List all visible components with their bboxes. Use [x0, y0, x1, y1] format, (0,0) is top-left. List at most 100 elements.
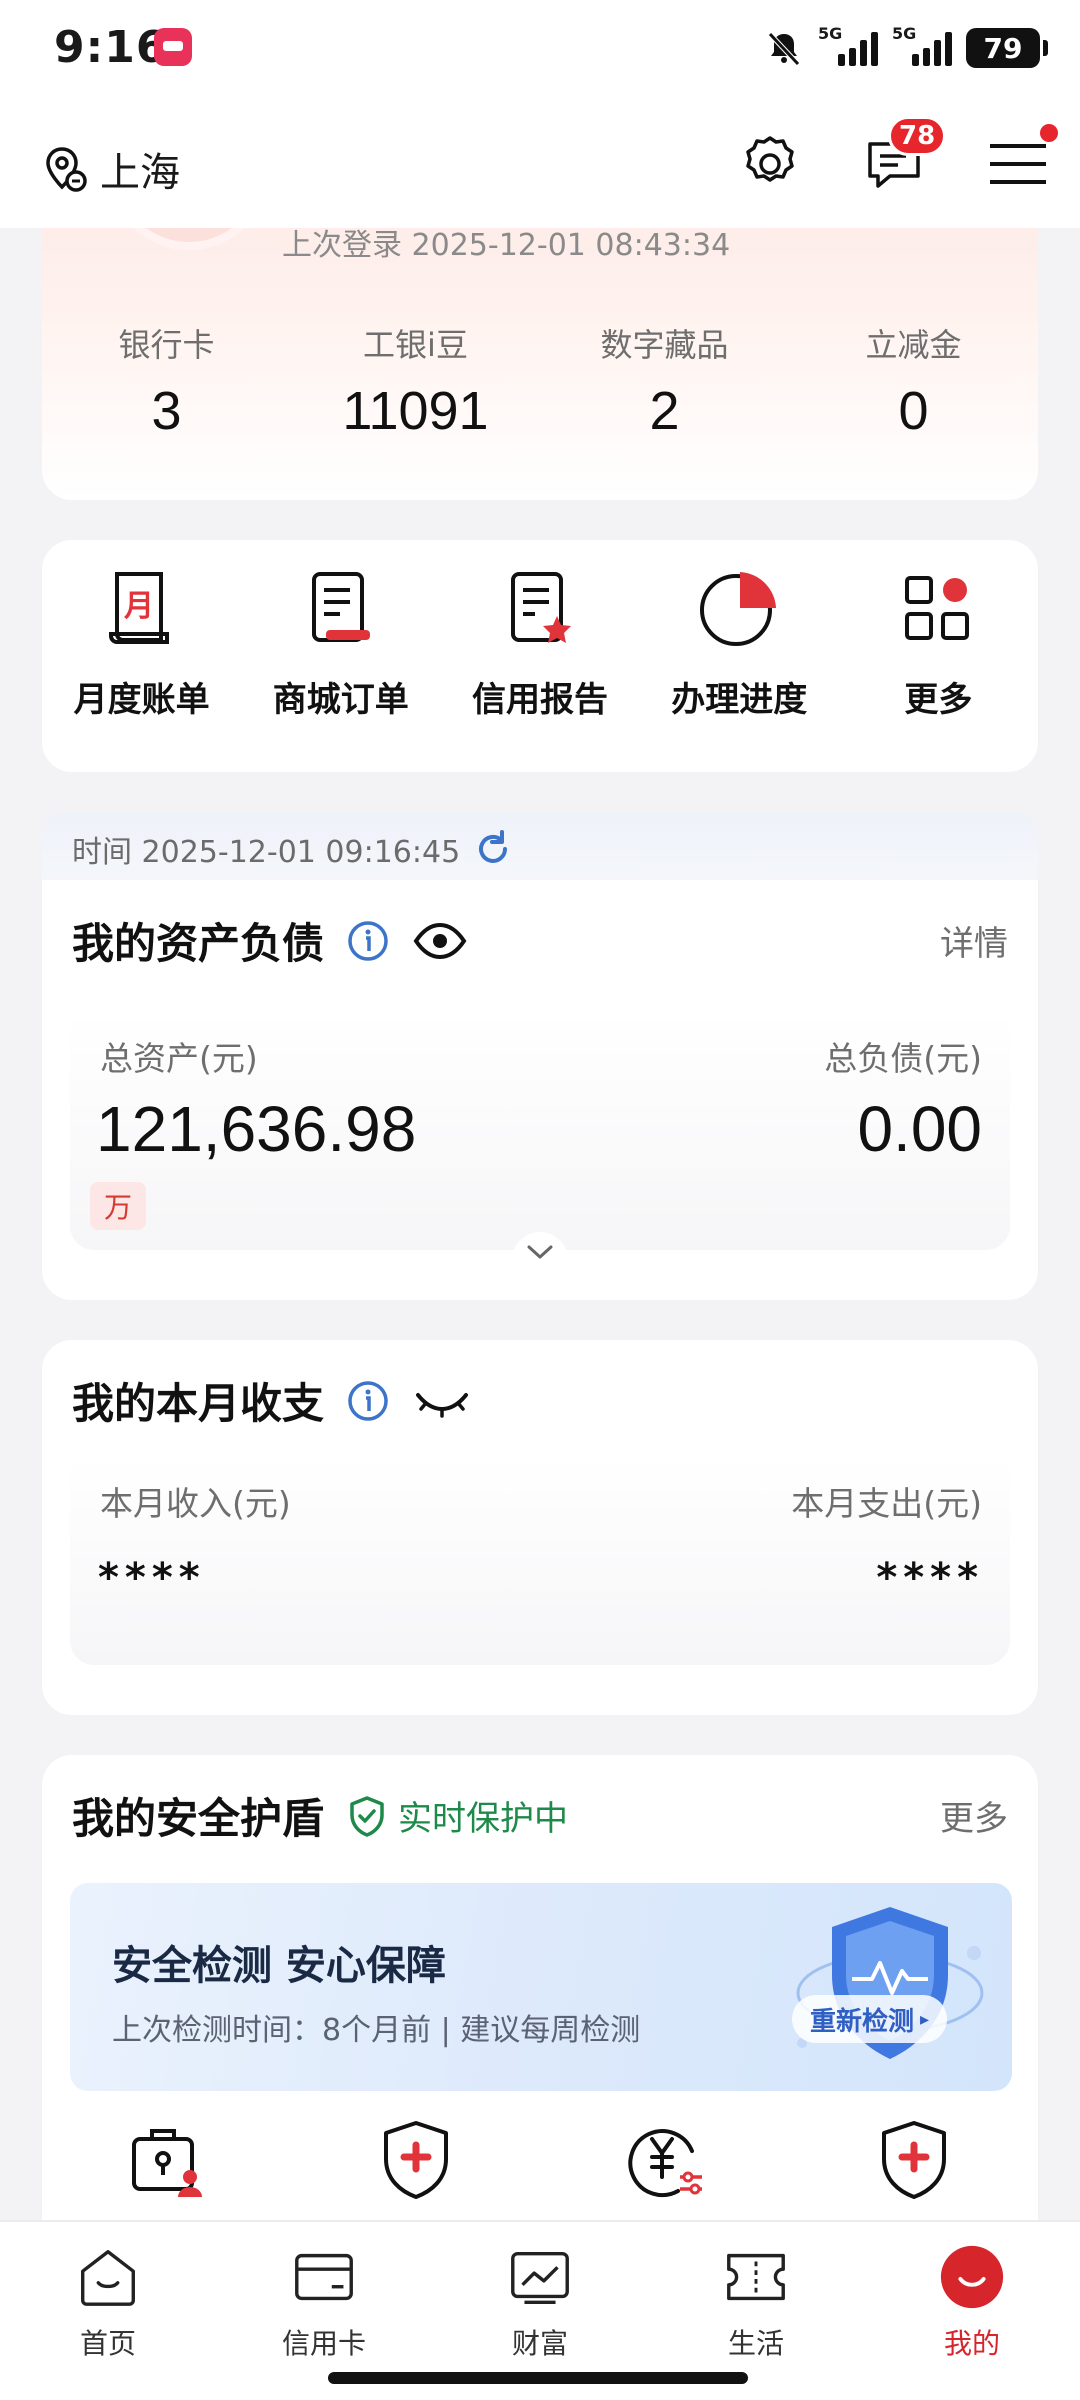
home-indicator[interactable]: [328, 2372, 748, 2384]
stat-value: 3: [151, 381, 182, 441]
quick-credit-report[interactable]: 信用报告: [440, 564, 639, 772]
refresh-timestamp: 时间 2025-12-01 09:16:45: [72, 835, 461, 870]
section-title: 我的安全护盾: [72, 1794, 325, 1843]
recheck-button-label: 重新检测: [810, 2006, 915, 2037]
stat-label: 工银i豆: [363, 326, 468, 364]
income-summary-box: 本月收入(元) 本月支出(元) **** ****: [70, 1455, 1010, 1665]
quick-more[interactable]: 更多: [839, 564, 1038, 772]
quick-actions-card: 月 月度账单 商城订单 信用报告 办理进度 更多: [42, 540, 1038, 772]
location-text: 上海: [100, 150, 180, 196]
security-tool-fund-settings[interactable]: [540, 2115, 789, 2205]
location-selector[interactable]: 上海: [38, 140, 180, 198]
message-count-badge: 78: [888, 116, 947, 156]
life-ticket-icon: [727, 2253, 785, 2301]
monthly-expense-value: ****: [876, 1555, 984, 1601]
quick-monthly-bill[interactable]: 月 月度账单: [42, 564, 241, 772]
security-tool-shield-protect[interactable]: [789, 2115, 1038, 2205]
banner-subtitle: 上次检测时间：8个月前 | 建议每周检测: [112, 2013, 641, 2048]
quick-progress[interactable]: 办理进度: [640, 564, 839, 772]
app-notification-icon: [154, 28, 192, 66]
total-liabilities-value: 0.00: [857, 1093, 982, 1165]
total-assets-label: 总资产(元): [100, 1039, 258, 1078]
stat-value: 11091: [342, 381, 489, 441]
detail-link[interactable]: 详情: [940, 916, 1008, 965]
menu-hamburger-icon[interactable]: [984, 130, 1052, 198]
nav-label: 财富: [511, 2327, 568, 2360]
security-tool-shield-plus[interactable]: [291, 2115, 540, 2205]
nav-mine[interactable]: 我的: [864, 2242, 1080, 2362]
unit-wan-toggle[interactable]: 万: [90, 1182, 146, 1230]
yuan-settings-icon: [627, 2129, 702, 2197]
stat-digital-collectibles[interactable]: 数字藏品 2: [540, 320, 789, 442]
nav-label: 信用卡: [281, 2327, 366, 2360]
stat-value: 2: [649, 381, 680, 441]
menu-notification-dot: [1040, 124, 1058, 142]
recheck-button[interactable]: 重新检测 ▸: [792, 1995, 948, 2043]
nav-home[interactable]: 首页: [0, 2242, 216, 2362]
shield-plus-icon: [881, 2121, 946, 2199]
stat-label: 银行卡: [118, 326, 215, 364]
credit-report-icon: [511, 572, 571, 643]
stat-icbc-beans[interactable]: 工银i豆 11091: [291, 320, 540, 442]
expand-toggle[interactable]: [512, 1232, 568, 1272]
progress-pie-icon: [700, 572, 777, 646]
security-check-banner[interactable]: 安全检测 安心保障 上次检测时间：8个月前 | 建议每周检测 重新检测 ▸: [70, 1883, 1012, 2091]
status-indicators: 5G 5G 79: [764, 24, 1048, 70]
top-header: 上海 78: [0, 100, 1080, 228]
quick-label: 办理进度: [671, 680, 808, 720]
home-icon: [81, 2250, 135, 2306]
stat-label: 立减金: [865, 326, 962, 364]
signal-strength-2-icon: 5G: [892, 24, 952, 66]
chevron-right-icon: ▸: [920, 2008, 930, 2030]
assets-summary-box: 总资产(元) 总负债(元) 121,636.98 0.00 万: [70, 1010, 1010, 1272]
nav-label: 生活: [727, 2327, 784, 2360]
status-time: 9:16: [54, 22, 168, 73]
nav-credit-card[interactable]: 信用卡: [216, 2242, 432, 2362]
monthly-expense-label: 本月支出(元): [791, 1484, 982, 1523]
info-icon[interactable]: [346, 919, 390, 963]
stat-bank-cards[interactable]: 银行卡 3: [42, 320, 291, 442]
refresh-time-strip: 时间 2025-12-01 09:16:45: [42, 812, 1038, 886]
more-link[interactable]: 更多: [940, 1791, 1008, 1840]
eye-visible-icon[interactable]: [412, 919, 468, 963]
stat-label: 数字藏品: [600, 326, 729, 364]
settings-gear-icon[interactable]: [736, 130, 804, 198]
monthly-income-label: 本月收入(元): [100, 1484, 291, 1523]
total-assets-value: 121,636.98: [96, 1093, 417, 1165]
profile-stats: 银行卡 3 工银i豆 11091 数字藏品 2 立减金 0: [42, 320, 1038, 442]
monthly-bill-icon: 月: [108, 572, 169, 644]
refresh-icon[interactable]: [472, 828, 514, 870]
nav-life[interactable]: 生活: [648, 2242, 864, 2362]
section-title: 我的本月收支: [72, 1379, 325, 1428]
security-shield-illustration: [796, 1907, 984, 2059]
eye-hidden-icon[interactable]: [412, 1379, 472, 1423]
quick-label: 月度账单: [73, 680, 210, 720]
battery-indicator: 79: [966, 28, 1048, 68]
security-tool-device-lock[interactable]: [42, 2115, 291, 2205]
nav-label: 我的: [943, 2327, 1000, 2360]
svg-text:月: 月: [124, 589, 154, 624]
stat-discount-funds[interactable]: 立减金 0: [789, 320, 1038, 442]
section-title: 我的资产负债: [72, 919, 325, 968]
credit-card-icon: [295, 2253, 353, 2301]
network-type-2: 5G: [892, 24, 917, 43]
profile-smile-icon: [940, 2245, 1004, 2309]
protection-status: 实时保护中: [346, 1791, 568, 1840]
info-icon[interactable]: [346, 1379, 390, 1423]
protection-status-text: 实时保护中: [398, 1799, 569, 1839]
quick-mall-order[interactable]: 商城订单: [241, 564, 440, 772]
banner-title: 安全检测 安心保障: [112, 1943, 446, 1989]
wealth-chart-icon: [511, 2251, 569, 2304]
monthly-income-expense-card: 我的本月收支 本月收入(元) 本月支出(元) **** ****: [42, 1340, 1038, 1715]
nav-label: 首页: [79, 2327, 136, 2360]
bell-muted-icon: [768, 32, 800, 66]
assets-liabilities-card: 我的资产负债 详情 总资产(元) 总负债(元) 121,636.98 0.00 …: [42, 880, 1038, 1300]
shield-plus-icon: [383, 2121, 448, 2199]
bottom-navigation: 首页 信用卡 财富 生活 我的: [0, 2220, 1080, 2400]
nav-wealth[interactable]: 财富: [432, 2242, 648, 2362]
location-pin-icon: [46, 147, 87, 192]
more-grid-icon: [905, 576, 970, 640]
monthly-income-value: ****: [98, 1555, 206, 1601]
quick-label: 商城订单: [272, 680, 409, 720]
quick-label: 信用报告: [472, 680, 608, 720]
